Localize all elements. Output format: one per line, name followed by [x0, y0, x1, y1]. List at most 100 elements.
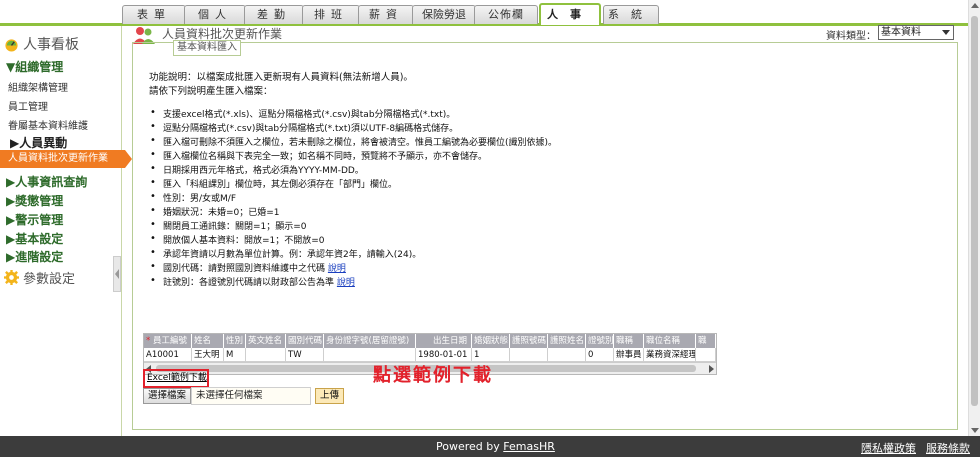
sidebar-settings-label: 參數設定 [23, 272, 76, 287]
sidebar-group-advanced[interactable]: ▶進階設定 [6, 248, 63, 265]
tab-system[interactable]: 系統 [603, 5, 659, 24]
instruction-item: 婚姻狀況：未婚=0；已婚=1 [150, 205, 279, 218]
footer-links: 隱私權政策 服務條款 [861, 440, 970, 456]
tab-shift[interactable]: 排班 [302, 5, 360, 24]
description-line-1: 功能說明：以檔案成批匯入更新現有人員資料(無法新增人員)。 [149, 72, 413, 83]
top-tab-bar: 表單 個人 差勤 排班 薪資 保險勞退 公佈欄 人事 系統 [0, 0, 980, 26]
instruction-item: 匯入檔欄位名稱與下表完全一致；如名稱不同時，預覽將不予顯示，亦不會儲存。 [150, 149, 487, 162]
column-header: 性別 [224, 334, 246, 348]
powered-by: Powered by FemasHR [436, 440, 555, 453]
collapse-sidebar-handle[interactable] [113, 256, 121, 292]
footer: Powered by FemasHR 隱私權政策 服務條款 [0, 436, 980, 457]
sidebar-item-employee[interactable]: 員工管理 [8, 98, 48, 113]
excel-sample-download-highlight: Excel範例下載 [143, 369, 209, 388]
scroll-right-icon[interactable] [709, 365, 714, 373]
powered-by-label: Powered by [436, 440, 500, 453]
sidebar-item-dependents[interactable]: 眷屬基本資料維護 [8, 117, 88, 132]
sidebar-item-batch-update[interactable]: 人員資料批次更新作業 [0, 150, 132, 168]
sidebar-group-org[interactable]: ▼組織管理 [6, 58, 63, 75]
sidebar-group-query[interactable]: ▶人事資訊查詢 [6, 173, 87, 190]
instruction-item: 承認年資請以月數為單位計算。例：承認年資2年，請輸入(24)。 [150, 247, 421, 260]
sidebar-group-reward[interactable]: ▶獎懲管理 [6, 192, 63, 209]
privacy-policy-link[interactable]: 隱私權政策 [861, 440, 916, 456]
file-name-text: 未選擇任何檔案 [196, 390, 263, 401]
column-header: 姓名 [192, 334, 224, 348]
table-cell: TW [286, 348, 324, 362]
import-fieldset: 基本資料匯入 功能說明：以檔案成批匯入更新現有人員資料(無法新增人員)。 請依下… [132, 40, 958, 430]
scroll-down-icon[interactable] [971, 428, 979, 433]
file-upload-row: 選擇檔案 未選擇任何檔案 上傳 [143, 387, 345, 405]
sidebar-header: 人事看板 [4, 34, 79, 54]
sidebar: 人事看板 ▼組織管理 組織架構管理 員工管理 眷屬基本資料維護 ▶人員異動 人員… [0, 26, 132, 436]
tab-insurance[interactable]: 保險勞退 [412, 5, 476, 24]
scrollbar-thumb[interactable] [971, 16, 978, 406]
description-line-2: 請依下列說明產生匯入檔案： [149, 86, 273, 97]
column-header: 職 [696, 334, 716, 348]
column-header: 英文姓名 [246, 334, 286, 348]
scroll-up-icon[interactable] [971, 3, 979, 8]
instruction-item: 開放個人基本資料：開放=1；不開放=0 [150, 233, 325, 246]
fieldset-legend: 基本資料匯入 [173, 40, 241, 56]
page-vertical-scrollbar[interactable] [968, 0, 980, 436]
data-type-value: 基本資料 [881, 27, 921, 38]
table-cell [510, 348, 548, 362]
table-cell: A10001 [144, 348, 192, 362]
file-name-display: 未選擇任何檔案 [191, 387, 312, 405]
table-cell [696, 348, 716, 362]
table-cell: 業務資深經理 [644, 348, 696, 362]
table-row[interactable]: A10001 王大明 M TW 1980-01-01 1 0 辦事員 業務資深經… [144, 348, 716, 362]
sidebar-group-alert[interactable]: ▶警示管理 [6, 211, 63, 228]
instruction-item: 逗點分隔檔格式(*.csv)與tab分隔檔格式(*.txt)須以UTF-8編碼格… [150, 121, 458, 134]
page-title: 人員資料批次更新作業 [162, 26, 283, 41]
table-cell: 0 [586, 348, 614, 362]
instruction-item: 匯入檔可刪除不須匯入之欄位，若未刪除之欄位，將會被清空。惟員工編號為必要欄位(識… [150, 135, 557, 148]
column-header: 出生日期 [416, 334, 472, 348]
terms-of-service-link[interactable]: 服務條款 [926, 440, 970, 456]
column-header: 職位名稱 [644, 334, 696, 348]
table-cell [548, 348, 586, 362]
column-header: 婚姻狀態 [474, 334, 510, 348]
instruction-item-tax: 註號別：各證號別代碼請以財政部公告為準 說明 [150, 275, 355, 288]
tab-salary[interactable]: 薪資 [358, 5, 414, 24]
column-header: 護照姓名 [550, 334, 586, 348]
callout-annotation: 點選範例下載 [373, 365, 493, 386]
table-cell [246, 348, 286, 362]
instruction-item: 關閉員工通訊錄：關閉=1；顯示=0 [150, 219, 307, 232]
main-content: 人員資料批次更新作業 資料類型： 基本資料 基本資料匯入 功能說明：以檔案成批匯… [122, 25, 968, 436]
table-cell: 辦事員 [614, 348, 644, 362]
id-type-help-link[interactable]: 說明 [337, 278, 355, 288]
upload-button[interactable]: 上傳 [315, 388, 345, 404]
tab-attendance[interactable]: 差勤 [244, 5, 304, 24]
table-cell [324, 348, 416, 362]
column-header: 證號別 [588, 334, 614, 348]
data-type-select[interactable]: 基本資料 [878, 25, 954, 40]
tab-personal[interactable]: 個人 [184, 5, 246, 24]
instruction-item: 性別：男/女或M/F [150, 191, 236, 204]
brand-link[interactable]: FemasHR [503, 440, 555, 453]
table-cell: 1 [472, 348, 510, 362]
column-header: * 員工編號 [144, 334, 192, 348]
table-cell: 王大明 [192, 348, 224, 362]
id-type-text: 註號別：各證號別代碼請以財政部公告為準 [163, 278, 335, 288]
column-header: 職稱 [614, 334, 644, 348]
country-code-help-link[interactable]: 說明 [328, 264, 346, 274]
choose-file-button[interactable]: 選擇檔案 [143, 388, 192, 404]
instruction-item-country: 國別代碼：請對照國別資料維護中之代碼 說明 [150, 261, 346, 274]
tab-hr[interactable]: 人事 [539, 3, 601, 25]
column-header-label: 員工編號 [152, 336, 187, 346]
column-header: 身份證字號(居留證號) [324, 334, 416, 348]
sidebar-group-change[interactable]: ▶人員異動 [10, 134, 67, 151]
tab-bulletin[interactable]: 公佈欄 [474, 5, 538, 24]
sidebar-item-org-structure[interactable]: 組織架構管理 [8, 79, 68, 94]
required-mark: * [146, 336, 151, 346]
sidebar-header-label: 人事看板 [23, 37, 79, 53]
instruction-item: 支援excel格式(*.xls)、逗點分隔檔格式(*.csv)與tab分隔檔格式… [150, 107, 455, 120]
tab-form[interactable]: 表單 [122, 5, 186, 24]
table-cell: M [224, 348, 246, 362]
column-header: 護照號碼 [512, 334, 548, 348]
sidebar-group-basic[interactable]: ▶基本設定 [6, 230, 63, 247]
sidebar-settings[interactable]: 參數設定 [4, 268, 75, 287]
excel-sample-download-link[interactable]: Excel範例下載 [147, 373, 207, 383]
instruction-item: 匯入「科組課別」欄位時，其左側必須存在「部門」欄位。 [150, 177, 397, 190]
dashboard-icon [5, 38, 18, 52]
